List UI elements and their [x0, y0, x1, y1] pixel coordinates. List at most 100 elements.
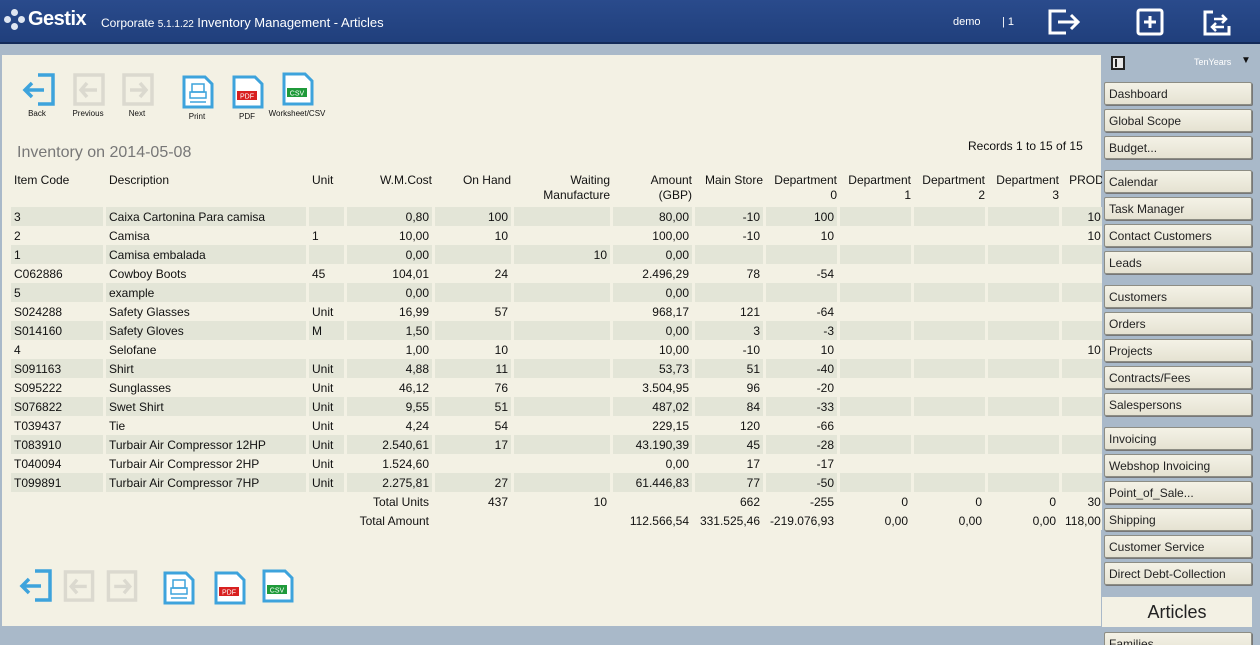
- table-row[interactable]: S091163 Shirt Unit 4,88 11 53,73 51 -40: [11, 359, 1107, 378]
- col-dept-1[interactable]: Department 1: [840, 173, 914, 207]
- table-row[interactable]: 5 example 0,00 0,00: [11, 283, 1107, 302]
- col-main-store[interactable]: Main Store: [695, 173, 766, 207]
- company-dropdown-icon[interactable]: ▼: [1241, 55, 1251, 66]
- total-value: [514, 511, 613, 530]
- cell-dept-3: [988, 435, 1062, 454]
- pdf-file-icon: PDF: [232, 75, 264, 109]
- table-row[interactable]: T039437 Tie Unit 4,24 54 229,15 120 -66: [11, 416, 1107, 435]
- table-row[interactable]: C062886 Cowboy Boots 45 104,01 24 2.496,29 78-…: [11, 264, 1107, 283]
- cell-prod: [1062, 283, 1107, 302]
- sidebar-item-budget[interactable]: Budget...: [1104, 136, 1252, 159]
- bottom-pdf-button[interactable]: PDF: [214, 571, 246, 605]
- sidebar-item-shipping[interactable]: Shipping: [1104, 508, 1252, 531]
- cell-unit: Unit: [309, 397, 347, 416]
- table-row[interactable]: 3 Caixa Cartonina Para camisa 0,80 100 80,00…: [11, 207, 1107, 226]
- col-item-code[interactable]: Item Code: [11, 173, 106, 207]
- svg-text:PDF: PDF: [222, 590, 236, 597]
- inventory-table: Item Code Description Unit W.M.Cost On H…: [11, 173, 1107, 530]
- cell-on-hand: 100: [435, 207, 514, 226]
- table-row[interactable]: T099891 Turbair Air Compressor 7HP Unit 2.2…: [11, 473, 1107, 492]
- table-row[interactable]: S095222 Sunglasses Unit 46,12 76 3.504,95 96 -2…: [11, 378, 1107, 397]
- cell-unit: 1: [309, 226, 347, 245]
- sidebar-item-task-manager[interactable]: Task Manager: [1104, 197, 1252, 220]
- cell-item-code: 1: [11, 245, 106, 264]
- table-row[interactable]: 1 Camisa embalada 0,00 10 0,00: [11, 245, 1107, 264]
- horizontal-scrollbar[interactable]: [0, 627, 1100, 645]
- sidebar-toggle-icon[interactable]: [1111, 56, 1125, 70]
- table-row[interactable]: 2 Camisa 1 10,00 10 100,00 -10 10 10: [11, 226, 1107, 245]
- csv-button[interactable]: CSV Worksheet/CSV: [269, 72, 327, 118]
- sidebar-item-leads[interactable]: Leads: [1104, 251, 1252, 274]
- sidebar-item-articles-active[interactable]: Articles: [1102, 597, 1252, 627]
- sidebar-item-orders[interactable]: Orders: [1104, 312, 1252, 335]
- sidebar-item-dashboard[interactable]: Dashboard: [1104, 82, 1252, 105]
- cell-prod: [1062, 359, 1107, 378]
- table-row[interactable]: T083910 Turbair Air Compressor 12HP Unit 2.…: [11, 435, 1107, 454]
- col-dept-2[interactable]: Department 2: [914, 173, 988, 207]
- col-waiting[interactable]: Waiting Manufacture: [514, 173, 613, 207]
- sidebar-item-customers[interactable]: Customers: [1104, 285, 1252, 308]
- cell-amount: 43.190,39: [613, 435, 695, 454]
- switch-window-icon[interactable]: [1200, 8, 1236, 36]
- next-button[interactable]: Next: [122, 73, 167, 118]
- col-description[interactable]: Description: [106, 173, 309, 207]
- sidebar-item-projects[interactable]: Projects: [1104, 339, 1252, 362]
- col-amount[interactable]: Amount (GBP): [613, 173, 695, 207]
- cell-dept-1: [840, 340, 914, 359]
- table-row[interactable]: 4 Selofane 1,00 10 10,00 -10 10 10: [11, 340, 1107, 359]
- sidebar-item-invoicing[interactable]: Invoicing: [1104, 427, 1252, 450]
- cell-on-hand: 51: [435, 397, 514, 416]
- table-row[interactable]: T040094 Turbair Air Compressor 2HP Unit 1.5…: [11, 454, 1107, 473]
- sidebar: TenYears ▼ Dashboard Global Scope Budget..…: [1102, 52, 1260, 645]
- col-unit[interactable]: Unit: [309, 173, 347, 207]
- col-dept-0[interactable]: Department 0: [766, 173, 840, 207]
- user-name[interactable]: demo: [953, 16, 981, 28]
- cell-amount: 10,00: [613, 340, 695, 359]
- col-dept-3[interactable]: Department 3: [988, 173, 1062, 207]
- sidebar-item-families[interactable]: Families: [1104, 632, 1252, 645]
- cell-dept-3: [988, 397, 1062, 416]
- cell-dept-1: [840, 245, 914, 264]
- col-wmcost[interactable]: W.M.Cost: [347, 173, 435, 207]
- app-logo[interactable]: Gestix: [4, 8, 87, 31]
- next-label: Next: [128, 109, 146, 118]
- sidebar-item-point-of-sale[interactable]: Point_of_Sale...: [1104, 481, 1252, 504]
- cell-on-hand: 11: [435, 359, 514, 378]
- sidebar-item-calendar[interactable]: Calendar: [1104, 170, 1252, 193]
- svg-text:CSV: CSV: [270, 588, 285, 595]
- sidebar-item-contracts-fees[interactable]: Contracts/Fees: [1104, 366, 1252, 389]
- company-selector[interactable]: TenYears: [1194, 57, 1231, 67]
- bottom-print-button[interactable]: [163, 571, 195, 605]
- bottom-previous-button[interactable]: [63, 570, 95, 602]
- cell-dept-2: [914, 435, 988, 454]
- cell-prod: [1062, 435, 1107, 454]
- cell-dept-2: [914, 473, 988, 492]
- col-prod[interactable]: PROD: [1062, 173, 1107, 207]
- cell-dept-2: [914, 359, 988, 378]
- sidebar-item-direct-debt-collection[interactable]: Direct Debt-Collection: [1104, 562, 1252, 585]
- total-value: -255: [766, 492, 840, 511]
- cell-main-store: 121: [695, 302, 766, 321]
- logout-icon[interactable]: [1046, 8, 1082, 36]
- bottom-csv-button[interactable]: CSV: [262, 569, 294, 603]
- add-window-icon[interactable]: [1133, 8, 1169, 36]
- sidebar-item-contact-customers[interactable]: Contact Customers: [1104, 224, 1252, 247]
- cell-wmcost: 9,55: [347, 397, 435, 416]
- sidebar-item-customer-service[interactable]: Customer Service: [1104, 535, 1252, 558]
- sidebar-item-global-scope[interactable]: Global Scope: [1104, 109, 1252, 132]
- table-row[interactable]: S014160 Safety Gloves M 1,50 0,00 3 -3: [11, 321, 1107, 340]
- col-on-hand[interactable]: On Hand: [435, 173, 514, 207]
- total-label: Total Amount: [11, 511, 435, 530]
- cell-wmcost: 2.540,61: [347, 435, 435, 454]
- bottom-next-button[interactable]: [106, 570, 138, 602]
- sidebar-item-webshop-invoicing[interactable]: Webshop Invoicing: [1104, 454, 1252, 477]
- cell-unit: Unit: [309, 378, 347, 397]
- sidebar-item-salespersons[interactable]: Salespersons: [1104, 393, 1252, 416]
- cell-on-hand: 76: [435, 378, 514, 397]
- cell-dept-2: [914, 321, 988, 340]
- table-row[interactable]: S076822 Swet Shirt Unit 9,55 51 487,02 84 -33: [11, 397, 1107, 416]
- table-row[interactable]: S024288 Safety Glasses Unit 16,99 57 968,17 12…: [11, 302, 1107, 321]
- cell-description: Turbair Air Compressor 2HP: [106, 454, 309, 473]
- cell-on-hand: 17: [435, 435, 514, 454]
- bottom-back-button[interactable]: [19, 569, 53, 602]
